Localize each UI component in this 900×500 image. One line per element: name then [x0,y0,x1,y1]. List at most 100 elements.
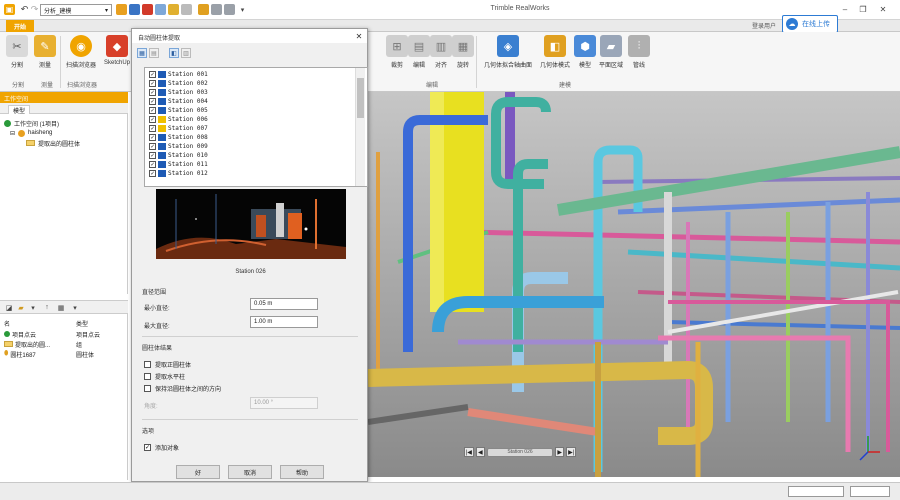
station-icon [158,89,166,96]
hide-stations-icon[interactable]: ▥ [181,48,191,58]
ok-button[interactable]: 好 [176,465,220,479]
ribbon-button-edit[interactable]: ▤ 编辑 [408,35,430,69]
settings-quick-icon[interactable] [211,4,222,15]
tree-item-group[interactable]: 提取出的圆柱体 [0,138,80,148]
tree-item-project[interactable]: ⊟ haisheng [0,128,52,138]
online-upload-button[interactable]: ☁ 在线上传 [782,15,838,33]
list-item[interactable]: ✓ Station 004 [149,97,208,106]
tools-quick-icon[interactable] [224,4,235,15]
checkbox-checked[interactable]: ✓ [144,444,151,451]
app-logo-icon[interactable]: ▣ [4,4,15,15]
station-list-scrollbar[interactable] [355,68,365,186]
list-item[interactable]: ✓ Station 003 [149,88,208,97]
list-item[interactable]: ⬮ 圆柱1687 圆柱体 [0,349,128,359]
export-icon[interactable] [155,4,166,15]
station-checkbox[interactable]: ✓ [149,116,156,123]
ribbon-button-cut[interactable]: ✂ 分割 [6,35,28,69]
help-button[interactable]: 帮助 [280,465,324,479]
station-checkbox[interactable]: ✓ [149,152,156,159]
station-checkbox[interactable]: ✓ [149,134,156,141]
ribbon-button-measure[interactable]: ✎ 测量 [34,35,56,69]
keep-direction-option[interactable]: 保持沿圆柱体之间的方向 [144,384,221,393]
ribbon-button-model[interactable]: ⬢ 模型 [574,35,596,69]
station-checkbox[interactable]: ✓ [149,161,156,168]
station-checkbox[interactable]: ✓ [149,125,156,132]
view-list-icon[interactable]: ▾ [28,303,38,312]
tree-item-workspace[interactable]: 工作空间 (1项目) [0,118,59,128]
station-checkbox[interactable]: ✓ [149,98,156,105]
min-diameter-field[interactable]: 0.05 m [250,298,318,310]
extract-cylinders-option[interactable]: 提取正圆柱体 [144,360,191,369]
first-station-button[interactable]: |◀ [464,447,474,457]
max-diameter-field[interactable]: 1.00 m [250,316,318,328]
ribbon-button-geometry-fit[interactable]: ◈ 几何体拟合轴曲面 [480,35,536,69]
close-button[interactable]: ✕ [876,3,890,16]
station-checkbox[interactable]: ✓ [149,170,156,177]
station-checkbox[interactable]: ✓ [149,107,156,114]
import-icon[interactable] [142,4,153,15]
sort-icon[interactable]: ▾ [70,303,80,312]
tab-home[interactable]: 开始 [6,20,34,32]
checkbox[interactable] [144,361,151,368]
cancel-button[interactable]: 取消 [228,465,272,479]
station-checkbox[interactable]: ✓ [149,143,156,150]
show-stations-icon[interactable]: ◧ [169,48,179,58]
scrollbar-thumb[interactable] [357,78,364,118]
dialog-close-icon[interactable]: ✕ [354,31,364,41]
angle-field[interactable]: 10.00 ° [250,397,318,409]
deselect-all-icon[interactable]: ▤ [149,48,159,58]
add-object-option[interactable]: ✓ 添加对象 [144,443,179,452]
filter-icon[interactable]: ◪ [4,303,14,312]
checkbox[interactable] [144,385,151,392]
list-item[interactable]: ✓ Station 010 [149,151,208,160]
project-selector[interactable]: 分析_建模 ▾ [40,4,112,16]
minimize-button[interactable]: – [838,3,852,16]
list-item[interactable]: ✓ Station 006 [149,115,208,124]
list-item[interactable]: ✓ Station 001 [149,70,208,79]
list-item[interactable]: ✓ Station 007 [149,124,208,133]
ribbon-group-label: 编辑 [425,83,438,89]
last-station-button[interactable]: ▶| [566,447,576,457]
measure-quick-icon[interactable] [198,4,209,15]
ribbon-button-geometry-mode[interactable]: ◧ 几何体模式 [538,35,572,69]
model-icon: ⬢ [574,35,596,57]
ribbon-button-pipeline[interactable]: ⫶ 管线 [628,35,650,69]
print-icon[interactable] [168,4,179,15]
open-folder-icon[interactable] [116,4,127,15]
copy-icon[interactable] [181,4,192,15]
ribbon-button-scan-explorer[interactable]: ◉ 扫描浏览器 [66,35,96,69]
list-item[interactable]: ✓ Station 005 [149,106,208,115]
list-item[interactable]: 项目点云 项目点云 [0,329,128,339]
redo-icon[interactable]: ↷ [29,4,40,15]
customize-quick-access-icon[interactable]: ▾ [237,4,248,15]
select-all-icon[interactable]: ▦ [137,48,147,58]
checkbox[interactable] [144,373,151,380]
list-item[interactable]: ✓ Station 002 [149,79,208,88]
station-checkbox[interactable]: ✓ [149,71,156,78]
list-item[interactable]: ✓ Station 009 [149,142,208,151]
ribbon-button-sketchup[interactable]: ◆ SketchUp [104,35,130,66]
tab-model[interactable]: 模型 [8,105,30,115]
list-item[interactable]: ✓ Station 012 [149,169,208,178]
ribbon-button-crop[interactable]: ⊞ 裁剪 [386,35,408,69]
extract-horizontal-option[interactable]: 提取水平柱 [144,372,185,381]
restore-button[interactable]: ❐ [856,3,870,16]
list-item[interactable]: ✓ Station 008 [149,133,208,142]
ribbon-button-align[interactable]: ▥ 对齐 [430,35,452,69]
status-bar [0,482,900,500]
previous-station-button[interactable]: ◀ [475,447,486,457]
ribbon-group-label: 分割 [11,83,24,89]
station-checkbox[interactable]: ✓ [149,89,156,96]
3d-viewport[interactable] [368,92,900,477]
list-item[interactable]: ✓ Station 011 [149,160,208,169]
save-icon[interactable] [129,4,140,15]
next-station-button[interactable]: ▶ [554,447,565,457]
expand-icon[interactable]: ⊟ [10,130,15,137]
ribbon-button-plane-region[interactable]: ▰ 平面区域 [596,35,626,69]
list-item[interactable]: 提取出的圆... 组 [0,339,128,349]
ribbon-button-rotate[interactable]: ▦ 旋转 [452,35,474,69]
station-checkbox[interactable]: ✓ [149,80,156,87]
up-arrow-icon[interactable]: ↑ [42,303,52,312]
view-mode-icon[interactable]: ▦ [56,303,66,312]
folder-up-icon[interactable]: ▰ [16,303,26,312]
